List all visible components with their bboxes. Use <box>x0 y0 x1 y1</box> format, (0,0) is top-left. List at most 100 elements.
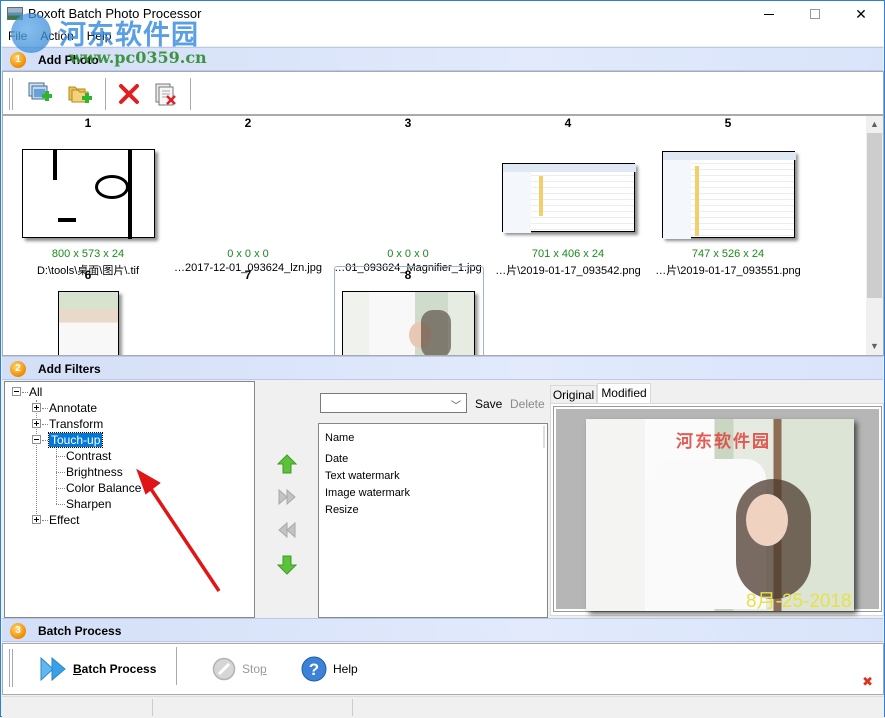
batch-toolbar: Batch Process Stop ? Help ✖ <box>2 643 884 695</box>
watermark-text: 河东软件园 <box>59 20 199 51</box>
photo-dimensions: 0 x 0 x 0 <box>387 248 429 260</box>
preview-frame: 河东软件园 8月-25-2018 <box>553 406 882 612</box>
collapse-icon[interactable] <box>32 435 41 445</box>
preview-tab-body: 河东软件园 8月-25-2018 <box>550 403 884 616</box>
tree-node-all[interactable]: All <box>12 384 42 400</box>
photo-path: …片\2019-01-17_093542.png <box>495 265 641 277</box>
photo-item[interactable]: 4 701 x 406 x 24 …片\2019-01-17_093542.pn… <box>488 116 648 277</box>
step-badge: 3 <box>10 623 26 639</box>
tab-original[interactable]: Original <box>550 385 597 403</box>
expand-icon[interactable] <box>32 403 41 413</box>
add-filter-button[interactable] <box>277 487 297 507</box>
help-label: Help <box>333 662 358 676</box>
list-item[interactable]: Date <box>325 453 348 465</box>
list-scrollbar[interactable] <box>543 426 545 448</box>
photo-item[interactable]: 8 <box>328 268 488 355</box>
photo-dimensions: 701 x 406 x 24 <box>531 248 605 260</box>
photo-list-scrollbar[interactable]: ▲ ▼ <box>866 116 883 355</box>
stop-button[interactable]: Stop <box>212 655 267 683</box>
close-button[interactable]: ✕ <box>838 1 884 27</box>
help-button[interactable]: ? Help <box>301 655 358 683</box>
toolbar-separator <box>190 78 191 110</box>
add-folder-button[interactable] <box>67 81 93 107</box>
clear-all-button[interactable] <box>153 81 179 107</box>
tree-node-sharpen[interactable]: Sharpen <box>56 496 111 512</box>
photo-item[interactable]: 6 <box>8 268 168 355</box>
tree-label: Effect <box>49 513 80 527</box>
tree-node-annotate[interactable]: Annotate <box>32 400 97 416</box>
double-arrow-right-icon <box>278 488 296 506</box>
svg-text:?: ? <box>309 660 319 679</box>
close-panel-icon[interactable]: ✖ <box>862 674 873 690</box>
photo-item[interactable]: 5 747 x 526 x 24 …片\2019-01-17_093551.pn… <box>648 116 808 277</box>
tree-node-touch-up[interactable]: Touch-up <box>32 432 104 448</box>
photo-dimensions: 800 x 573 x 24 <box>51 248 125 260</box>
toolbar-grip[interactable] <box>9 649 13 687</box>
photo-item[interactable]: 3 0 x 0 x 0 …01_093624_Magnifier_1.jpg <box>328 116 488 276</box>
collapse-icon[interactable] <box>12 387 21 397</box>
section-add-filters: 2 Add Filters <box>2 356 883 380</box>
save-preset-button[interactable]: Save <box>475 397 502 411</box>
filter-tree[interactable]: All Annotate Transform Touch-up Contrast… <box>4 381 255 618</box>
photo-number: 5 <box>724 116 732 130</box>
photo-item[interactable]: 7 <box>168 268 328 284</box>
watermark-url: www.pc0359.cn <box>69 48 207 67</box>
delete-preset-button[interactable]: Delete <box>510 397 545 411</box>
photo-number: 7 <box>244 268 252 282</box>
photo-list[interactable]: 1 800 x 573 x 24 D:\tools\桌面\图片\.tif 2 0… <box>2 115 884 356</box>
tree-label: Color Balance <box>66 481 142 495</box>
photo-path: …片\2019-01-17_093551.png <box>655 265 801 277</box>
tree-label-selected: Touch-up <box>47 432 104 448</box>
photo-thumbnail <box>57 291 119 355</box>
section-title: Batch Process <box>38 624 122 638</box>
date-overlay: 8月-25-2018 <box>746 591 852 611</box>
double-arrow-left-icon <box>278 521 296 539</box>
maximize-button[interactable] <box>792 1 838 27</box>
arrow-down-icon <box>276 555 298 575</box>
delete-x-icon <box>119 84 139 104</box>
tree-node-brightness[interactable]: Brightness <box>56 464 123 480</box>
add-folder-icon <box>68 86 92 103</box>
list-item[interactable]: Text watermark <box>325 470 400 482</box>
tab-modified[interactable]: Modified <box>597 383 651 403</box>
list-item[interactable]: Resize <box>325 504 359 516</box>
photo-number: 4 <box>564 116 572 130</box>
applied-filter-list[interactable]: Name Date Text watermark Image watermark… <box>318 423 548 618</box>
status-bar <box>2 696 884 717</box>
expand-icon[interactable] <box>32 515 41 525</box>
batch-process-button[interactable]: Batch Process <box>39 655 156 683</box>
scroll-thumb[interactable] <box>867 133 882 298</box>
status-divider <box>152 699 153 716</box>
maximize-icon <box>810 9 820 19</box>
step-badge: 2 <box>10 361 26 377</box>
minimize-button[interactable] <box>746 1 792 27</box>
photo-item[interactable]: 1 800 x 573 x 24 D:\tools\桌面\图片\.tif <box>8 116 168 277</box>
tree-node-contrast[interactable]: Contrast <box>56 448 111 464</box>
tree-node-effect[interactable]: Effect <box>32 512 79 528</box>
chevron-down-icon: ﹀ <box>451 401 461 412</box>
help-icon: ? <box>301 656 327 682</box>
toolbar-separator <box>176 647 177 685</box>
photo-thumbnail <box>501 163 636 233</box>
move-down-button[interactable] <box>276 555 298 575</box>
list-item[interactable]: Image watermark <box>325 487 410 499</box>
preset-dropdown[interactable]: ﹀ <box>320 393 467 413</box>
scroll-down-arrow[interactable]: ▼ <box>866 338 883 355</box>
tree-label: All <box>29 385 43 399</box>
toolbar-grip[interactable] <box>9 78 13 110</box>
preview-panel: Original Modified 河东软件园 8月-25-2018 <box>550 381 884 618</box>
preview-image: 河东软件园 8月-25-2018 <box>586 419 854 611</box>
photo-item[interactable]: 2 0 x 0 x 0 …2017-12-01_093624_lzn.jpg <box>168 116 328 276</box>
remove-photo-button[interactable] <box>116 81 142 107</box>
remove-filter-button[interactable] <box>277 520 297 540</box>
add-photos-button[interactable] <box>27 81 53 107</box>
scroll-up-arrow[interactable]: ▲ <box>866 116 883 133</box>
expand-icon[interactable] <box>32 419 41 429</box>
move-up-button[interactable] <box>276 454 298 474</box>
filters-area: All Annotate Transform Touch-up Contrast… <box>2 380 884 618</box>
tree-node-color-balance[interactable]: Color Balance <box>56 480 141 496</box>
batch-process-label: Batch Process <box>73 662 157 676</box>
watermark-logo <box>11 13 51 53</box>
tree-node-transform[interactable]: Transform <box>32 416 103 432</box>
section-title: Add Filters <box>38 362 101 376</box>
